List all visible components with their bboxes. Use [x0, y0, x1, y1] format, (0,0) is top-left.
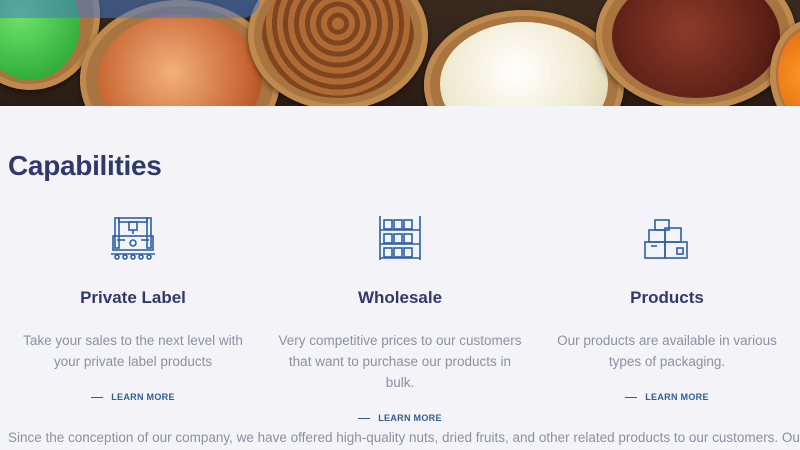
- card-description-line: Our products are available in various: [557, 333, 777, 348]
- card-description-line: Take your sales to the next level with: [23, 333, 243, 348]
- dash-icon: [358, 417, 371, 419]
- card-description-line: Very competitive prices to our customers: [278, 333, 522, 348]
- card-description-line: types of packaging.: [608, 354, 726, 369]
- card-title: Wholesale: [357, 288, 443, 307]
- intro-paragraph: Since the conception of our company, we …: [8, 430, 800, 445]
- page-title: Capabilities: [8, 150, 162, 181]
- learn-more-link-wholesale[interactable]: LEARN MORE: [358, 413, 442, 423]
- card-description: Take your sales to the next level with y…: [0, 330, 266, 372]
- card-wholesale: Wholesale Very competitive prices to our…: [267, 214, 533, 424]
- card-title: Products: [630, 288, 704, 307]
- warehouse-shelves-icon: [379, 216, 421, 260]
- hero-banner-image: [0, 0, 800, 106]
- card-description-line: that want to purchase our products in bu…: [288, 354, 512, 390]
- card-description: Our products are available in various ty…: [534, 330, 800, 372]
- learn-more-label[interactable]: LEARN MORE: [111, 392, 175, 402]
- dash-icon: [91, 396, 104, 398]
- card-products: Products Our products are available in v…: [534, 214, 800, 403]
- learn-more-link-private-label[interactable]: LEARN MORE: [91, 392, 175, 402]
- dash-icon: [625, 396, 638, 398]
- stacked-boxes-icon: [644, 219, 688, 259]
- learn-more-label[interactable]: LEARN MORE: [645, 392, 709, 402]
- logo-overlay: [0, 0, 260, 18]
- card-title: Private Label: [80, 288, 186, 307]
- learn-more-link-products[interactable]: LEARN MORE: [625, 392, 709, 402]
- card-description: Very competitive prices to our customers…: [267, 330, 533, 393]
- card-description-line: your private label products: [53, 354, 213, 369]
- card-private-label: Private Label Take your sales to the nex…: [0, 214, 266, 403]
- factory-machine-icon: [111, 217, 155, 260]
- learn-more-label[interactable]: LEARN MORE: [378, 413, 442, 423]
